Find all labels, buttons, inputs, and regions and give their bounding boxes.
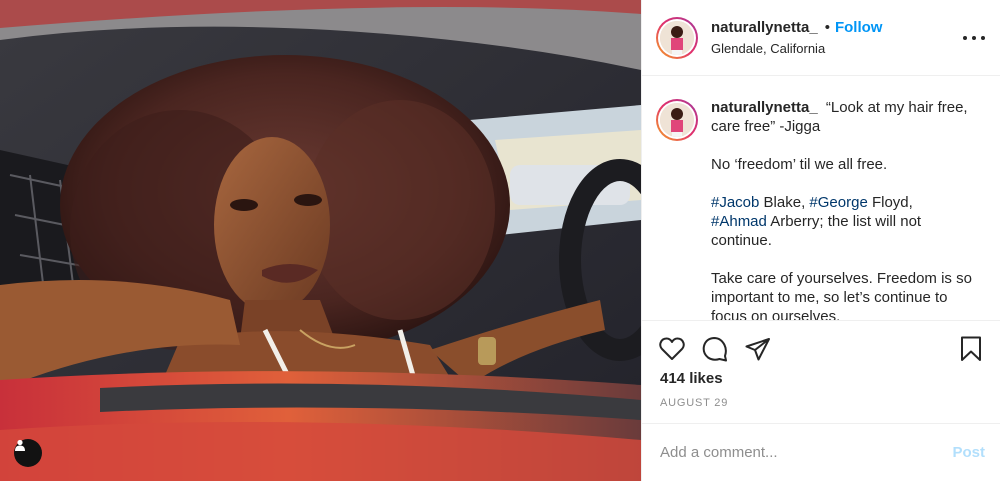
- hashtag-link[interactable]: #Ahmad: [711, 213, 767, 230]
- user-icon: [15, 439, 25, 451]
- more-options-button[interactable]: [963, 30, 985, 46]
- caption-username-link[interactable]: naturallynetta_: [711, 99, 818, 116]
- like-button[interactable]: [658, 335, 686, 363]
- likes-count[interactable]: 414 likes: [660, 370, 723, 387]
- caption-hashtag-paragraph: #Jacob Blake, #George Floyd, #Ahmad Arbe…: [711, 194, 922, 249]
- separator-dot: •: [824, 19, 830, 36]
- post-comment-button[interactable]: Post: [952, 444, 985, 461]
- location-link[interactable]: Glendale, California: [711, 41, 882, 56]
- comment-icon: [702, 337, 727, 362]
- post-side-panel: naturallynetta_ • Follow Glendale, Calif…: [641, 0, 1000, 481]
- comment-input[interactable]: [660, 444, 953, 461]
- caption-paragraph: Take care of yourselves. Freedom is so i…: [711, 270, 972, 320]
- caption-section: naturallynetta_ “Look at my hair free, c…: [642, 77, 1000, 320]
- post-header: naturallynetta_ • Follow Glendale, Calif…: [642, 0, 1000, 76]
- post-date: AUGUST 29: [660, 397, 729, 409]
- post-photo[interactable]: [0, 0, 641, 481]
- avatar-image: [660, 20, 694, 55]
- caption-paragraph: No ‘freedom’ til we all free.: [711, 156, 888, 173]
- save-button[interactable]: [957, 335, 985, 363]
- avatar[interactable]: [656, 16, 698, 59]
- tagged-users-button[interactable]: [14, 439, 42, 467]
- bookmark-icon: [961, 336, 981, 361]
- post-actions: 414 likes AUGUST 29: [642, 320, 1000, 423]
- follow-button[interactable]: Follow: [835, 19, 883, 36]
- hashtag-link[interactable]: #Jacob: [711, 194, 759, 211]
- more-icon: [963, 36, 967, 40]
- heart-icon: [659, 337, 685, 360]
- car-selfie-image: [0, 0, 641, 481]
- avatar-image: [660, 103, 694, 137]
- caption-avatar[interactable]: [656, 99, 698, 141]
- share-button[interactable]: [744, 335, 772, 363]
- comment-button[interactable]: [701, 335, 729, 363]
- share-icon: [745, 338, 770, 361]
- hashtag-link[interactable]: #George: [809, 194, 867, 211]
- comment-form: Post: [642, 423, 1000, 481]
- username-link[interactable]: naturallynetta_: [711, 19, 818, 36]
- caption-text: naturallynetta_ “Look at my hair free, c…: [711, 98, 981, 320]
